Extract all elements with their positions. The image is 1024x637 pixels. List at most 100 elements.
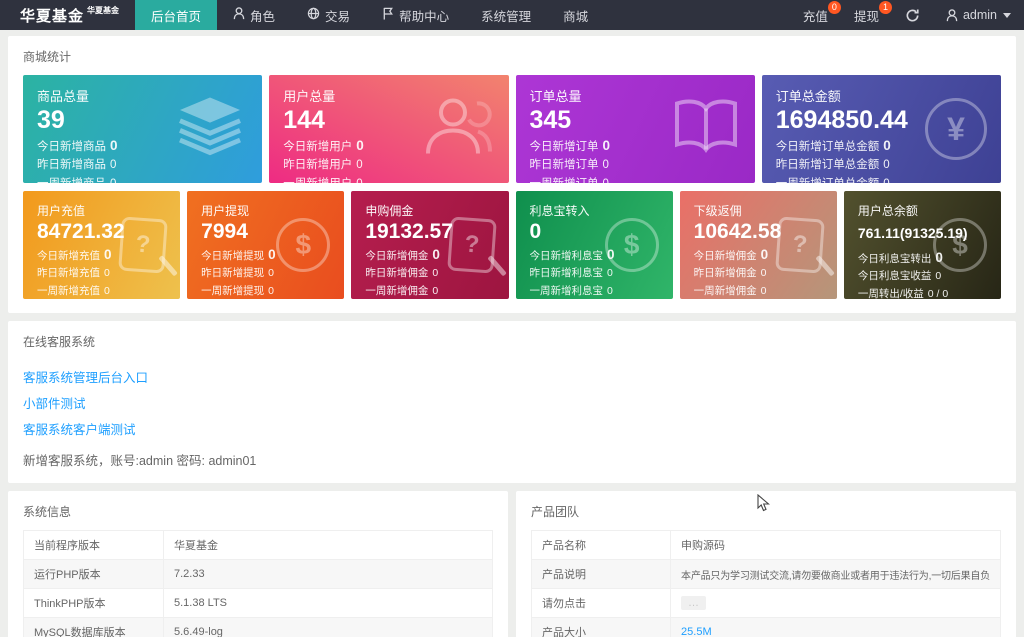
- main-nav: 后台首页 角色 交易 帮助中心 系统管理 商城: [135, 0, 604, 30]
- recharge-button[interactable]: 充值 0: [790, 0, 841, 30]
- doc-question-icon: ?: [118, 216, 179, 277]
- product-team-table: 产品名称 申购源码 产品说明 本产品只为学习测试交流,请勿要做商业或者用于违法行为,…: [530, 530, 1001, 637]
- mall-stats-panel: 商城统计 商品总量 39 今日新增商品0 昨日新增商品0 一周新增商品0 用户总…: [8, 36, 1016, 313]
- yen-icon: ¥: [925, 98, 987, 160]
- chevron-down-icon: [1003, 12, 1011, 18]
- nav-item-label: 后台首页: [151, 9, 202, 24]
- user-icon: [946, 8, 958, 22]
- nav-item-label: 帮助中心: [399, 9, 450, 24]
- mall-stats-title: 商城统计: [23, 50, 72, 64]
- stat-line: 一周新增提现 0: [201, 284, 274, 297]
- flag-icon: [382, 7, 399, 23]
- recharge-badge: 0: [827, 1, 841, 14]
- stat-card-user-total-balance: 用户总余额 761.11(91325.19) 今日利息宝转出 0 今日利息宝收益 0…: [843, 191, 1001, 300]
- widget-test-link[interactable]: 小部件测试: [23, 393, 86, 412]
- table-row: 运行PHP版本 7.2.33: [23, 559, 493, 589]
- doc-question-icon: ?: [446, 216, 507, 277]
- doc-question-icon: ?: [775, 216, 835, 277]
- app-logo[interactable]: 华夏基金 华夏基金: [0, 0, 135, 30]
- customer-service-panel: 在线客服系统 客服系统管理后台入口 小部件测试 客服系统客户端测试 新增客服系统…: [8, 321, 1016, 483]
- book-icon: [671, 98, 741, 161]
- service-credentials-note: 新增客服系统，账号:admin 密码: admin01: [23, 454, 257, 468]
- top-right-actions: 充值 0 提现 1 admin: [790, 0, 1024, 30]
- table-row: MySQL数据库版本 5.6.49-log: [23, 617, 493, 637]
- nav-item-roles[interactable]: 角色: [217, 0, 291, 30]
- app-logo-text: 华夏基金: [20, 7, 85, 25]
- withdraw-label: 提现: [853, 9, 879, 24]
- big-stat-cards: 商品总量 39 今日新增商品0 昨日新增商品0 一周新增商品0 用户总量 144…: [23, 75, 1001, 183]
- stat-card-title: 用户总余额: [857, 204, 918, 218]
- do-not-click-button[interactable]: …: [681, 596, 707, 610]
- stat-card-title: 用户提现: [201, 204, 250, 218]
- users-icon: [423, 96, 495, 163]
- globe-icon: [307, 7, 325, 23]
- username: admin: [962, 8, 997, 22]
- nav-item-label: 交易: [325, 9, 351, 24]
- row-label: 运行PHP版本: [23, 559, 164, 589]
- stat-line: 一周转出/收益 0 / 0: [857, 287, 949, 300]
- app-logo-subtext: 华夏基金: [87, 5, 120, 15]
- service-admin-entry-link[interactable]: 客服系统管理后台入口: [23, 367, 148, 386]
- user-menu[interactable]: admin: [933, 0, 1024, 30]
- row-label: ThinkPHP版本: [23, 588, 164, 618]
- stat-card-order-amount: 订单总金额 1694850.44 今日新增订单总金额0 昨日新增订单总金额0 一…: [761, 75, 1001, 184]
- stat-line: 一周新增商品0: [37, 175, 248, 184]
- system-info-title: 系统信息: [23, 505, 72, 519]
- row-value: 7.2.33: [163, 559, 493, 589]
- nav-item-label: 商城: [563, 9, 589, 24]
- product-size-link[interactable]: 25.5M: [681, 626, 712, 637]
- stat-card-title: 用户充值: [37, 204, 86, 218]
- row-value: …: [670, 588, 1001, 618]
- refresh-button[interactable]: [892, 0, 933, 30]
- stat-line: 一周新增充值 0: [37, 284, 110, 297]
- table-row: 产品名称 申购源码: [530, 530, 1001, 560]
- dollar-icon: $: [604, 218, 659, 272]
- mouse-cursor: [757, 493, 771, 517]
- recharge-label: 充值: [802, 9, 828, 24]
- stat-card-products: 商品总量 39 今日新增商品0 昨日新增商品0 一周新增商品0: [23, 75, 263, 184]
- refresh-icon: [905, 8, 920, 23]
- stat-line: 一周新增用户0: [283, 175, 494, 184]
- stat-card-interest-transfer-in: 利息宝转入 0 今日新增利息宝 0 昨日新增利息宝 0 一周新增利息宝 0 $: [515, 191, 673, 299]
- row-value: 申购源码: [670, 530, 1001, 560]
- table-row: 当前程序版本 华夏基金: [23, 530, 493, 560]
- system-info-panel: 系统信息 当前程序版本 华夏基金 运行PHP版本 7.2.33 ThinkPHP版本…: [8, 491, 508, 637]
- nav-item-system-management[interactable]: 系统管理: [465, 0, 547, 30]
- nav-item-trade[interactable]: 交易: [291, 0, 366, 30]
- nav-item-label: 系统管理: [481, 9, 532, 24]
- row-label: 产品大小: [530, 617, 672, 637]
- top-bar: 华夏基金 华夏基金 后台首页 角色 交易 帮助中心 系统管理 商城 充值 0 提…: [0, 0, 1024, 30]
- nav-item-label: 角色: [250, 9, 276, 24]
- table-row: ThinkPHP版本 5.1.38 LTS: [23, 588, 493, 618]
- layers-icon: [172, 96, 248, 163]
- stat-card-title: 下级返佣: [693, 204, 742, 218]
- main-content: 商城统计 商品总量 39 今日新增商品0 昨日新增商品0 一周新增商品0 用户总…: [0, 30, 1024, 637]
- bottom-panels: 系统信息 当前程序版本 华夏基金 运行PHP版本 7.2.33 ThinkPHP版本…: [8, 491, 1016, 637]
- row-value: 25.5M: [670, 617, 1001, 637]
- row-label: MySQL数据库版本: [23, 617, 164, 637]
- stat-line: 一周新增佣金 0: [365, 284, 439, 297]
- table-row: 产品说明 本产品只为学习测试交流,请勿要做商业或者用于违法行为,一切后果自负: [530, 559, 1001, 589]
- nav-item-mall[interactable]: 商城: [547, 0, 604, 30]
- row-value: 5.6.49-log: [163, 617, 493, 637]
- row-label: 请勿点击: [530, 588, 672, 618]
- dollar-icon: $: [933, 218, 987, 272]
- stat-line: 一周新增订单总金额0: [776, 175, 987, 184]
- stat-card-purchase-commission: 申购佣金 19132.57 今日新增佣金 0 昨日新增佣金 0 一周新增佣金 0 ?: [351, 191, 509, 299]
- small-stat-cards: 用户充值 84721.32 今日新增充值 0 昨日新增充值 0 一周新增充值 0 ? …: [23, 191, 1001, 299]
- stat-card-title: 利息宝转入: [529, 204, 590, 218]
- withdraw-button[interactable]: 提现 1: [841, 0, 892, 30]
- row-label: 当前程序版本: [23, 530, 164, 560]
- stat-line: 一周新增订单0: [530, 175, 741, 184]
- stat-card-title: 申购佣金: [365, 204, 414, 218]
- row-value: 华夏基金: [163, 530, 493, 560]
- row-value: 5.1.38 LTS: [163, 588, 493, 618]
- service-client-test-link[interactable]: 客服系统客户端测试: [23, 419, 136, 438]
- stat-line: 一周新增佣金 0: [693, 284, 767, 297]
- nav-item-home[interactable]: 后台首页: [135, 0, 218, 30]
- stat-card-users: 用户总量 144 今日新增用户0 昨日新增用户0 一周新增用户0: [269, 75, 509, 184]
- stat-card-user-recharge: 用户充值 84721.32 今日新增充值 0 昨日新增充值 0 一周新增充值 0 ?: [23, 191, 181, 299]
- user-icon: [233, 7, 250, 23]
- nav-item-help-center[interactable]: 帮助中心: [366, 0, 465, 30]
- dollar-icon: $: [276, 218, 331, 272]
